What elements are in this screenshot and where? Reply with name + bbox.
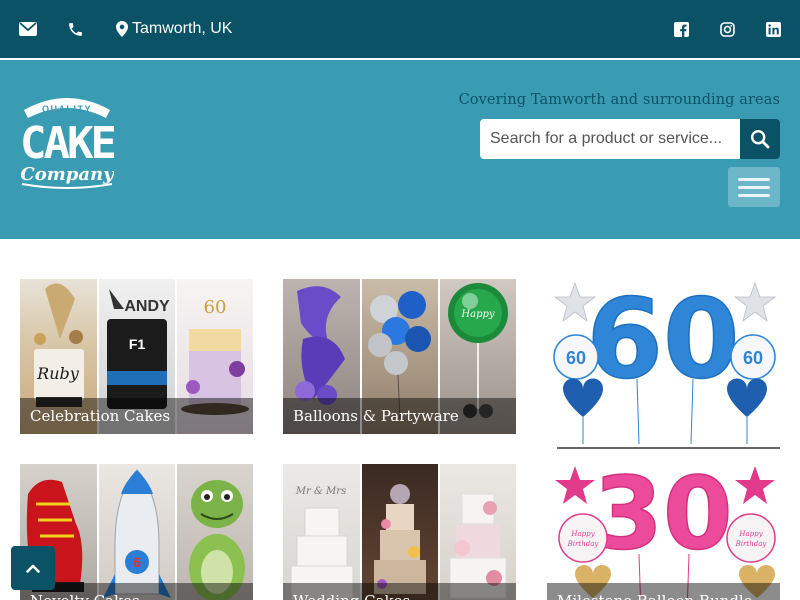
envelope-icon[interactable] <box>19 19 37 39</box>
search-button[interactable] <box>740 119 780 159</box>
hamburger-line <box>738 185 770 189</box>
location-text: Tamworth, UK <box>132 20 233 37</box>
category-tile-celebration-cakes[interactable]: Ruby F1 ANDY 60 Celebration Cakes <box>20 279 253 434</box>
svg-text:60: 60 <box>566 348 586 368</box>
category-tile-wedding-cakes[interactable]: Mr & Mrs Wedding Cakes <box>283 464 516 600</box>
svg-text:Happy: Happy <box>738 530 763 538</box>
tile-caption: Milestone Balloon Bundle <box>547 583 780 600</box>
linkedin-icon[interactable] <box>766 19 781 39</box>
svg-text:Happy: Happy <box>570 530 595 538</box>
top-bar: Tamworth, UK <box>0 0 800 58</box>
tagline: Covering Tamworth and surrounding areas <box>458 92 780 108</box>
category-tile-milestone-balloon-bundle[interactable]: 30 Happy Birthday Happy Birthday Milesto… <box>547 464 780 600</box>
svg-text:60: 60 <box>743 348 763 368</box>
search-input[interactable] <box>480 119 740 159</box>
svg-text:ANDY: ANDY <box>124 298 170 315</box>
site-header: QUALITY CAKE Company Covering Tamworth a… <box>0 60 800 239</box>
cake-photo <box>177 464 253 600</box>
quality-cake-company-logo[interactable]: QUALITY CAKE Company <box>20 92 114 190</box>
svg-text:Happy: Happy <box>460 309 494 320</box>
svg-text:CAKE: CAKE <box>20 118 114 169</box>
svg-text:6: 6 <box>133 554 141 570</box>
scroll-to-top-button[interactable] <box>11 546 55 590</box>
cake-photo <box>362 464 438 600</box>
svg-text:Company: Company <box>20 164 114 185</box>
chevron-up-icon <box>26 564 40 573</box>
cake-photo: 6 <box>99 464 175 600</box>
svg-text:Ruby: Ruby <box>36 364 80 383</box>
balloon-bundle-60-image[interactable]: 60 60 60 <box>547 279 780 449</box>
map-marker-icon <box>116 21 128 37</box>
search-bar <box>480 119 780 159</box>
cake-photo: Mr & Mrs <box>283 464 360 600</box>
svg-text:Birthday: Birthday <box>735 540 768 548</box>
location-item[interactable]: Tamworth, UK <box>116 19 232 39</box>
search-icon <box>750 129 770 149</box>
svg-text:60: 60 <box>586 279 739 403</box>
balloon-bundle-30-image: 30 Happy Birthday Happy Birthday <box>555 464 776 600</box>
tile-caption: Balloons & Partyware <box>283 398 516 434</box>
svg-text:30: 30 <box>593 464 732 572</box>
cake-photo <box>440 464 516 600</box>
facebook-icon[interactable] <box>674 19 689 39</box>
category-tile-balloons-partyware[interactable]: Happy Balloons & Partyware <box>283 279 516 434</box>
svg-text:Birthday: Birthday <box>567 540 600 548</box>
hamburger-line <box>738 177 770 181</box>
phone-icon[interactable] <box>67 19 84 39</box>
instagram-icon[interactable] <box>720 19 735 39</box>
svg-text:F1: F1 <box>129 336 146 352</box>
svg-text:60: 60 <box>204 297 227 318</box>
tile-caption: Celebration Cakes <box>20 398 253 434</box>
svg-text:Mr & Mrs: Mr & Mrs <box>295 486 346 497</box>
svg-text:QUALITY: QUALITY <box>42 104 92 114</box>
tile-caption: Wedding Cakes <box>283 583 516 600</box>
hamburger-line <box>738 193 770 197</box>
hamburger-menu-button[interactable] <box>728 167 780 207</box>
